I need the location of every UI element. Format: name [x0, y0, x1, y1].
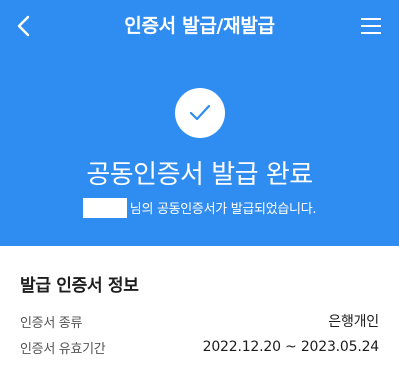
completion-title: 공동인증서 발급 완료 — [86, 160, 313, 190]
top-bar: 인증서 발급/재발급 — [0, 0, 399, 52]
hamburger-menu-icon — [361, 18, 381, 34]
info-label: 인증서 유효기간 — [20, 341, 106, 357]
info-value: 2022.12.20 ~ 2023.05.24 — [202, 339, 380, 355]
info-label: 인증서 종류 — [20, 315, 83, 331]
info-value: 은행개인 — [328, 314, 379, 330]
certificate-info-section: 발급 인증서 정보 인증서 종류 은행개인 인증서 유효기간 2022.12.2… — [0, 246, 399, 366]
certificate-issue-complete-screen: 인증서 발급/재발급 공동인증서 발급 완료 님의 공동인증서가 발급되었습니다… — [0, 0, 399, 366]
masked-user-name — [82, 198, 127, 218]
completion-banner: 인증서 발급/재발급 공동인증서 발급 완료 님의 공동인증서가 발급되었습니다… — [0, 0, 399, 246]
completion-message: 님의 공동인증서가 발급되었습니다. — [0, 198, 399, 221]
check-icon — [189, 104, 211, 121]
info-row-validity: 인증서 유효기간 2022.12.20 ~ 2023.05.24 — [20, 336, 379, 358]
completion-message-text: 님의 공동인증서가 발급되었습니다. — [129, 202, 317, 217]
menu-button[interactable] — [359, 14, 383, 38]
info-row-type: 인증서 종류 은행개인 — [20, 310, 379, 332]
section-title: 발급 인증서 정보 — [20, 276, 139, 296]
success-badge — [175, 88, 225, 138]
page-title: 인증서 발급/재발급 — [124, 15, 275, 37]
